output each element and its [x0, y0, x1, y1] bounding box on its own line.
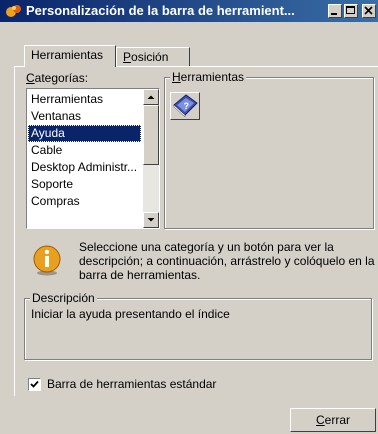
- customize-toolbar-dialog: Personalización de la barra de herramien…: [0, 0, 378, 434]
- description-text: Iniciar la ayuda presentando el índice: [31, 307, 230, 321]
- category-item[interactable]: Soporte: [28, 176, 141, 193]
- close-window-button[interactable]: [362, 4, 376, 18]
- svg-text:?: ?: [184, 101, 190, 111]
- categories-listbox[interactable]: Herramientas Ventanas Ayuda Cable Desktop Ad…: [26, 88, 160, 229]
- categories-list: Herramientas Ventanas Ayuda Cable Desktop Ad…: [28, 91, 141, 210]
- categories-label: Categorías:: [26, 71, 89, 85]
- app-icon: [6, 5, 21, 17]
- scroll-down-button[interactable]: [143, 212, 159, 228]
- tab-herramientas[interactable]: Herramientas: [24, 45, 116, 67]
- description-legend: Descripción: [30, 291, 97, 305]
- maximize-button[interactable]: [344, 4, 358, 18]
- minimize-icon: [331, 13, 337, 15]
- category-item[interactable]: Compras: [28, 193, 141, 210]
- standard-toolbar-label[interactable]: Barra de herramientas estándar: [47, 377, 216, 391]
- arrow-down-icon: [147, 218, 155, 222]
- arrow-up-icon: [147, 95, 155, 99]
- category-item[interactable]: Desktop Administr...: [28, 159, 141, 176]
- checkmark-icon: [30, 380, 39, 388]
- category-item[interactable]: Ayuda: [28, 125, 141, 142]
- close-button[interactable]: Cerrar: [290, 408, 376, 432]
- scroll-thumb[interactable]: [143, 105, 159, 165]
- category-item[interactable]: Herramientas: [28, 91, 141, 108]
- close-icon: [364, 6, 373, 15]
- window-title: Personalización de la barra de herramien…: [26, 3, 295, 18]
- scroll-up-button[interactable]: [143, 89, 159, 105]
- minimize-button[interactable]: [328, 4, 342, 18]
- category-item[interactable]: Ventanas: [28, 108, 141, 125]
- tab-posicion[interactable]: Posición: [116, 47, 190, 67]
- help-book-icon: ?: [173, 94, 198, 118]
- category-item[interactable]: Cable: [28, 142, 141, 159]
- info-icon: [33, 245, 61, 276]
- maximize-icon: [346, 6, 355, 14]
- title-bar[interactable]: Personalización de la barra de herramien…: [0, 0, 378, 22]
- tools-legend: Herramientas: [170, 70, 247, 84]
- standard-toolbar-checkbox[interactable]: [28, 378, 41, 391]
- tab-herramientas-label: Herramientas: [31, 48, 104, 62]
- help-tool-button[interactable]: ?: [170, 92, 200, 120]
- tab-posicion-label: osición: [131, 50, 169, 64]
- info-text: Seleccione una categoría y un botón para…: [79, 240, 375, 282]
- categories-scrollbar[interactable]: [143, 89, 159, 228]
- tab-posicion-mnemonic: P: [123, 50, 132, 64]
